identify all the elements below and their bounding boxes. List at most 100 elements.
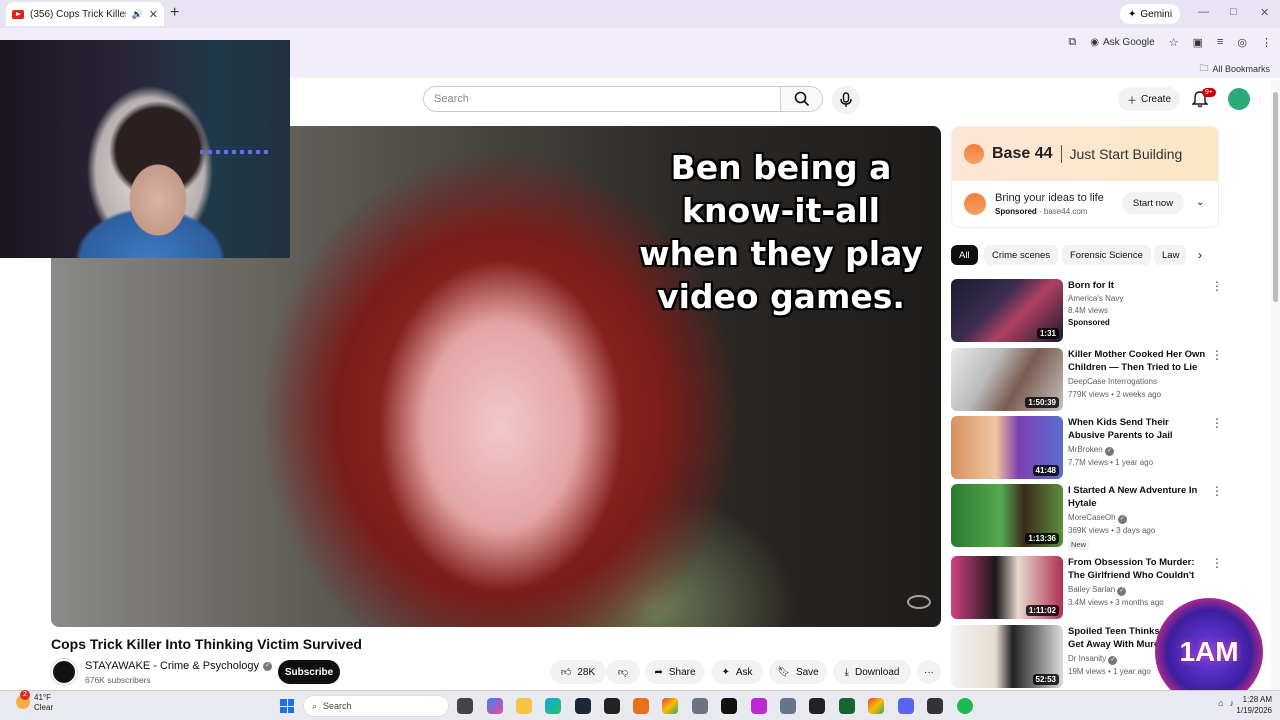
network-icon[interactable]: ⌂ bbox=[1218, 698, 1223, 708]
spotify-icon[interactable] bbox=[957, 698, 973, 714]
sidepanel-icon[interactable]: ▣ bbox=[1193, 36, 1203, 49]
recommendation-item[interactable]: 1:13:36 I Started A New Adventure In Hyt… bbox=[951, 484, 1223, 550]
app-icon[interactable] bbox=[809, 698, 825, 714]
video-thumbnail[interactable]: 52:53 bbox=[951, 625, 1063, 688]
ad-banner[interactable]: Base 44 Just Start Building bbox=[952, 127, 1218, 181]
channel-avatar[interactable] bbox=[51, 659, 77, 685]
video-thumbnail[interactable]: 1:13:36 bbox=[951, 484, 1063, 547]
page-scrollbar[interactable] bbox=[1271, 80, 1280, 690]
task-view-icon[interactable] bbox=[457, 698, 473, 714]
account-avatar[interactable] bbox=[1228, 88, 1250, 110]
more-options-icon[interactable]: ⋮ bbox=[1211, 484, 1223, 498]
edge-icon[interactable] bbox=[545, 698, 561, 714]
recommendation-title[interactable]: Killer Mother Cooked Her Own Children — … bbox=[1068, 348, 1206, 375]
more-actions-button[interactable]: ··· bbox=[917, 660, 941, 684]
chevron-right-icon[interactable]: › bbox=[1198, 248, 1202, 262]
app-icon[interactable] bbox=[692, 698, 708, 714]
create-button[interactable]: ＋ Create bbox=[1118, 87, 1180, 111]
verified-icon: ✓ bbox=[1108, 656, 1118, 665]
video-thumbnail[interactable]: 1:11:02 bbox=[951, 556, 1063, 619]
windows-taskbar: 2 41°F Clear ⌕ Search ⌂ ♪ 1:28 AM 1/19/2… bbox=[0, 690, 1280, 720]
more-options-icon[interactable]: ⋮ bbox=[1211, 279, 1223, 293]
more-options-icon[interactable]: ⋮ bbox=[1211, 348, 1223, 362]
like-button[interactable]: 👍︎ 28K bbox=[550, 660, 606, 684]
ask-google-button[interactable]: ◉ Ask Google bbox=[1090, 37, 1154, 48]
recommendation-channel[interactable]: Dr Insanity ✓ bbox=[1068, 652, 1118, 665]
search-input[interactable]: Search bbox=[423, 86, 781, 112]
dislike-button[interactable]: 👎︎ bbox=[606, 660, 640, 684]
voice-search-button[interactable] bbox=[832, 86, 860, 114]
copilot-icon[interactable] bbox=[487, 698, 503, 714]
recommendation-item[interactable]: 1:50:39 Killer Mother Cooked Her Own Chi… bbox=[951, 348, 1223, 412]
save-button[interactable]: 🔖︎ Save bbox=[769, 660, 827, 684]
weather-widget[interactable]: 2 41°F Clear bbox=[16, 690, 53, 713]
epic-games-icon[interactable] bbox=[604, 698, 620, 714]
verified-icon: ✓ bbox=[263, 661, 273, 671]
verified-icon: ✓ bbox=[1117, 515, 1127, 524]
ad-cta-button[interactable]: Start now bbox=[1122, 192, 1184, 214]
gemini-button[interactable]: ✦ Gemini bbox=[1120, 4, 1181, 24]
ask-button[interactable]: ✦ Ask bbox=[711, 660, 763, 684]
webcam-overlay bbox=[0, 40, 290, 258]
video-thumbnail[interactable]: 41:48 bbox=[951, 416, 1063, 479]
weather-badge: 2 bbox=[20, 690, 30, 700]
windows-start-icon[interactable] bbox=[280, 699, 294, 713]
chrome-icon[interactable] bbox=[662, 698, 678, 714]
all-bookmarks-button[interactable]: 🗀 All Bookmarks bbox=[1199, 61, 1270, 77]
chip-all[interactable]: All bbox=[951, 245, 978, 265]
menu-icon[interactable]: ⋮ bbox=[1261, 36, 1272, 49]
more-options-icon[interactable]: ⋮ bbox=[1211, 556, 1223, 570]
ad-card[interactable]: Base 44 Just Start Building Bring your i… bbox=[951, 126, 1219, 228]
taskbar-search[interactable]: ⌕ Search bbox=[303, 695, 449, 717]
recommendation-channel[interactable]: DeepCase Interrogations bbox=[1068, 375, 1157, 388]
ad-brand: Base 44 bbox=[992, 145, 1053, 162]
system-tray[interactable]: ⌂ ♪ bbox=[1218, 698, 1234, 708]
recommendation-title[interactable]: When Kids Send Their Abusive Parents to … bbox=[1068, 416, 1206, 442]
recommendation-title[interactable]: Born for It bbox=[1068, 279, 1206, 292]
download-button[interactable]: ⤓ Download bbox=[833, 660, 911, 684]
recommendation-title[interactable]: I Started A New Adventure In Hytale bbox=[1068, 484, 1206, 510]
new-tab-button[interactable]: + bbox=[170, 4, 179, 22]
recommendation-channel[interactable]: MoreCaseOh ✓ bbox=[1068, 511, 1127, 524]
media-icon[interactable]: ≡ bbox=[1217, 36, 1223, 48]
chrome-icon[interactable] bbox=[868, 698, 884, 714]
app-icon[interactable] bbox=[751, 698, 767, 714]
recommendation-channel[interactable]: Bailey Sarian ✓ bbox=[1068, 583, 1127, 596]
chip-crime-scenes[interactable]: Crime scenes bbox=[984, 245, 1059, 265]
recommendation-channel[interactable]: MrBroken ✓ bbox=[1068, 443, 1114, 456]
subscribe-button[interactable]: Subscribe bbox=[278, 660, 340, 684]
scrollbar-thumb[interactable] bbox=[1273, 92, 1278, 302]
chip-forensic-science[interactable]: Forensic Science bbox=[1062, 245, 1151, 265]
app-icon[interactable] bbox=[839, 698, 855, 714]
browser-tab[interactable]: (356) Cops Trick Killer Into Thinking 🔊 … bbox=[6, 2, 164, 26]
clock[interactable]: 1:28 AM 1/19/2026 bbox=[1236, 694, 1272, 716]
recommendation-item[interactable]: 41:48 When Kids Send Their Abusive Paren… bbox=[951, 416, 1223, 480]
window-close-button[interactable]: ✕ bbox=[1260, 6, 1269, 19]
settings-icon[interactable] bbox=[780, 698, 796, 714]
install-app-icon[interactable]: ⧉ bbox=[1068, 36, 1076, 49]
steam-icon[interactable] bbox=[575, 698, 591, 714]
blender-icon[interactable] bbox=[633, 698, 649, 714]
recommendation-meta: 369K views • 3 days ago bbox=[1068, 526, 1156, 535]
more-options-icon[interactable]: ⋮ bbox=[1211, 416, 1223, 430]
recommendation-item[interactable]: 1:31 Born for It America's Navy 8.4M vie… bbox=[951, 279, 1223, 343]
video-thumbnail[interactable]: 1:31 bbox=[951, 279, 1063, 342]
discord-icon[interactable] bbox=[898, 698, 914, 714]
tab-close-icon[interactable]: ✕ bbox=[149, 8, 158, 21]
volume-icon[interactable]: ♪ bbox=[1230, 698, 1235, 708]
speaker-icon[interactable]: 🔊 bbox=[132, 9, 143, 20]
search-button[interactable] bbox=[781, 86, 823, 112]
minimize-button[interactable]: — bbox=[1198, 6, 1209, 18]
chip-law[interactable]: Law bbox=[1154, 245, 1186, 265]
channel-name-link[interactable]: STAYAWAKE - Crime & Psychology ✓ bbox=[85, 660, 273, 672]
video-thumbnail[interactable]: 1:50:39 bbox=[951, 348, 1063, 411]
file-explorer-icon[interactable] bbox=[516, 698, 532, 714]
maximize-button[interactable]: □ bbox=[1230, 6, 1237, 18]
share-button[interactable]: ➦ Share bbox=[645, 660, 705, 684]
obs-icon[interactable] bbox=[721, 698, 737, 714]
app-icon[interactable] bbox=[927, 698, 943, 714]
profile-icon[interactable]: ◎ bbox=[1237, 36, 1247, 49]
star-icon[interactable]: ☆ bbox=[1169, 36, 1179, 49]
chevron-down-icon[interactable]: ⌄ bbox=[1196, 197, 1204, 208]
recommendation-title[interactable]: From Obsession To Murder: The Girlfriend… bbox=[1068, 556, 1206, 583]
